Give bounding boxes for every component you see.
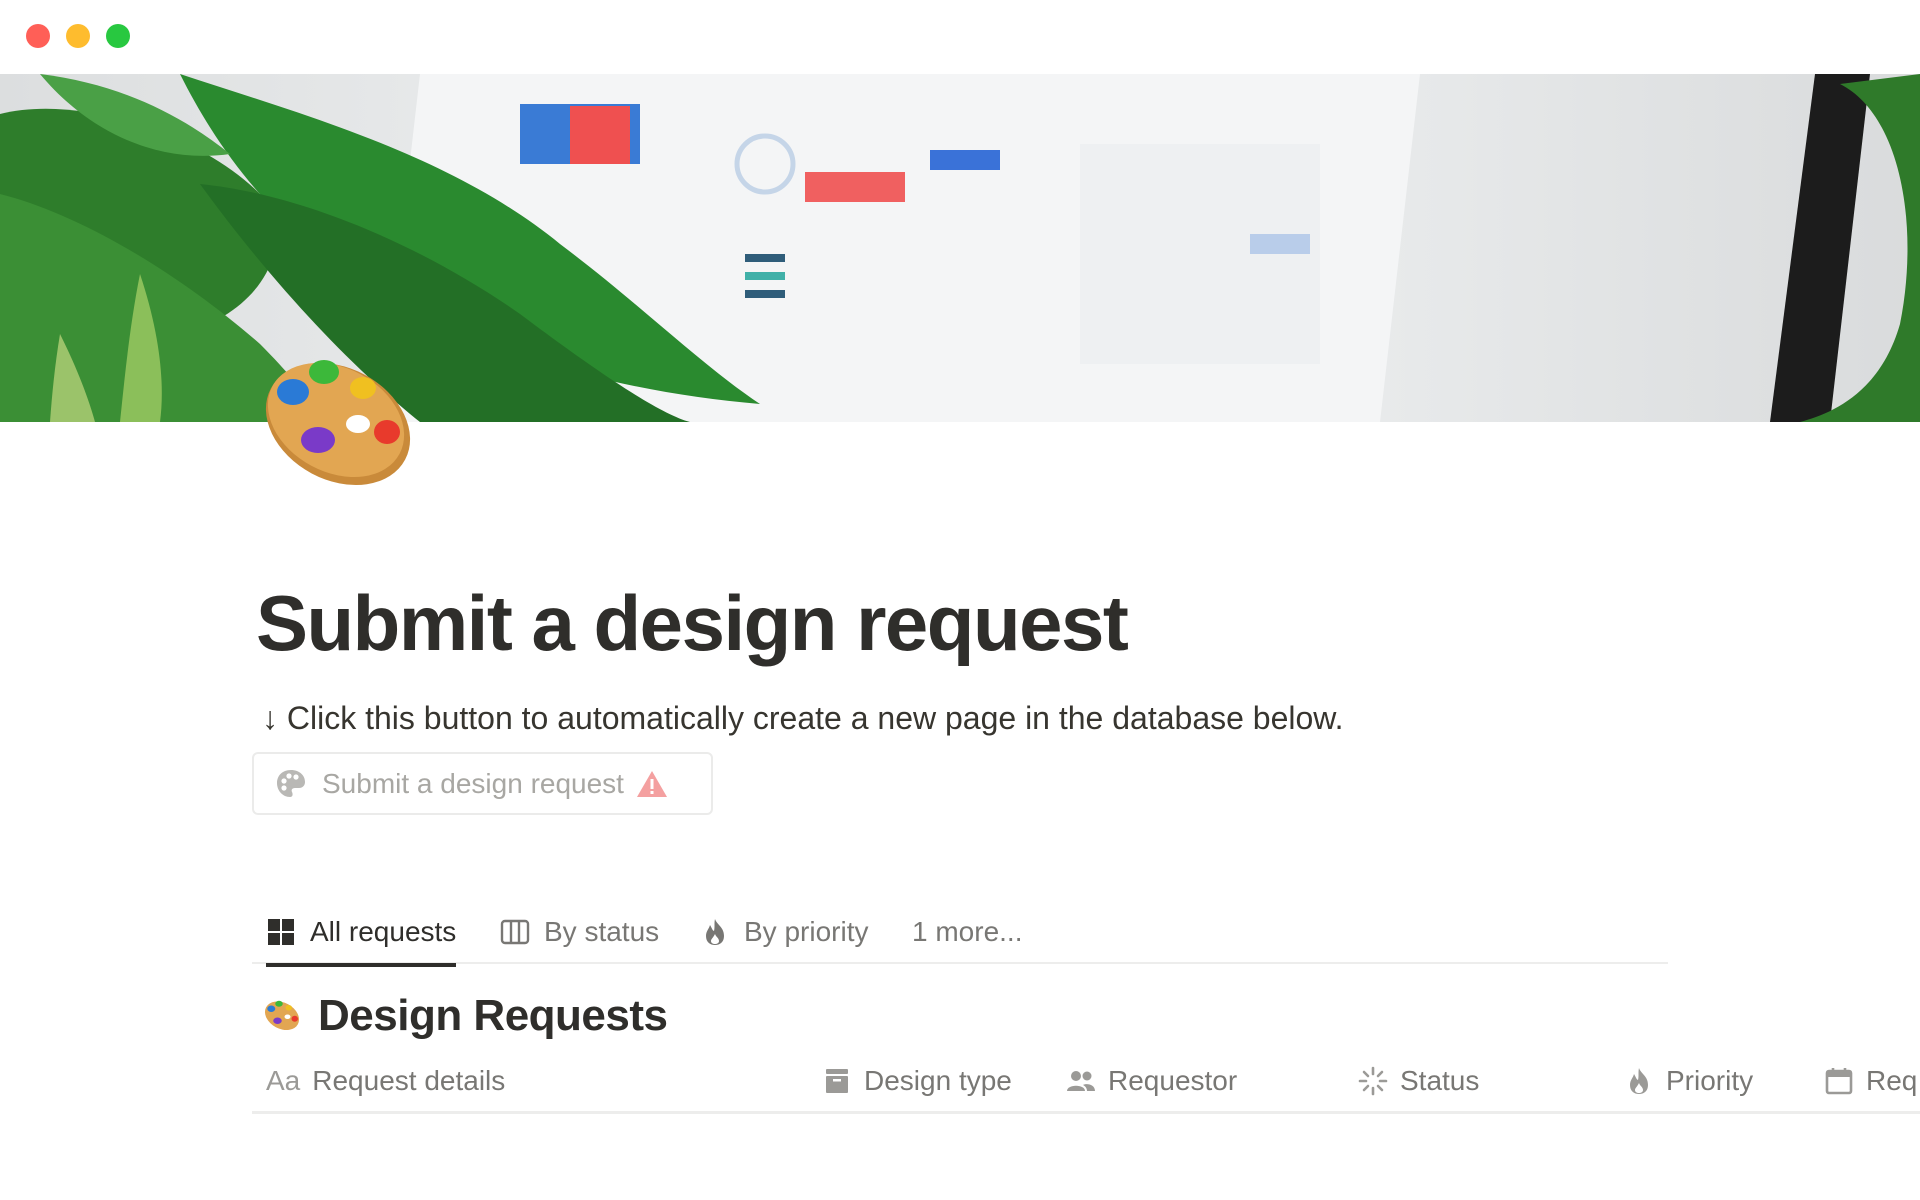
cover-alert-bar xyxy=(805,172,905,202)
flame-icon xyxy=(706,919,724,945)
cover-monitor-edge xyxy=(1770,74,1870,422)
column-label: Requestor xyxy=(1108,1065,1238,1096)
calendar-icon xyxy=(1825,1068,1853,1095)
submit-button-label: Submit a design request xyxy=(322,767,624,799)
tab-by-status[interactable]: By status xyxy=(500,900,659,964)
column-label: Status xyxy=(1400,1065,1480,1096)
title-text-icon: Aa xyxy=(266,1065,301,1096)
tab-label: 1 more... xyxy=(912,916,1023,947)
cover-card-red xyxy=(570,106,630,164)
tab-label: By priority xyxy=(744,916,869,947)
column-header-design-type[interactable]: Design type xyxy=(822,1050,1012,1112)
database-view-tabs: All requests By status By priority 1 mor… xyxy=(252,900,1668,967)
artist-palette-icon xyxy=(264,1000,300,1031)
cover-badge xyxy=(930,150,1000,170)
warning-icon xyxy=(636,770,667,797)
artist-palette-icon[interactable] xyxy=(256,352,416,490)
board-columns-icon xyxy=(500,919,530,945)
tab-label: By status xyxy=(544,916,660,947)
database-title-text: Design Requests xyxy=(318,991,668,1040)
instruction-text[interactable]: ↓ Click this button to automatically cre… xyxy=(262,700,1344,737)
palette-icon xyxy=(277,769,305,797)
gallery-grid-icon xyxy=(268,919,294,945)
column-label: Priority xyxy=(1666,1065,1754,1096)
tab-all-requests[interactable]: All requests xyxy=(266,900,457,967)
tab-more-views[interactable]: 1 more... xyxy=(912,900,1022,964)
cover-list-line xyxy=(745,290,785,298)
column-header-request-details[interactable]: Aa Request details xyxy=(266,1050,505,1112)
cover-chart xyxy=(1250,234,1310,254)
flame-icon xyxy=(1630,1068,1648,1094)
people-icon xyxy=(1067,1071,1095,1091)
tab-by-priority[interactable]: By priority xyxy=(700,900,868,964)
archive-box-icon xyxy=(826,1069,848,1093)
minimize-window-button[interactable] xyxy=(66,24,90,48)
column-header-requestor[interactable]: Requestor xyxy=(1066,1050,1237,1112)
loading-status-icon xyxy=(1358,1066,1388,1096)
column-label: Request details xyxy=(312,1065,506,1096)
cover-list-line xyxy=(745,254,785,262)
column-header-priority[interactable]: Priority xyxy=(1624,1050,1753,1112)
submit-design-request-button[interactable]: Submit a design request xyxy=(252,752,713,815)
tab-label: All requests xyxy=(310,916,457,947)
column-label: Req xyxy=(1866,1065,1918,1096)
column-header-request-date[interactable]: Req xyxy=(1824,1050,1917,1112)
table-header-row: Aa Request details Design type Requestor xyxy=(252,1050,1920,1114)
page-title[interactable]: Submit a design request xyxy=(256,578,1129,669)
window-titlebar xyxy=(0,0,1920,74)
close-window-button[interactable] xyxy=(26,24,50,48)
zoom-window-button[interactable] xyxy=(106,24,130,48)
column-label: Design type xyxy=(864,1065,1012,1096)
column-header-status[interactable]: Status xyxy=(1358,1050,1479,1112)
database-title[interactable]: Design Requests xyxy=(262,986,668,1046)
cover-list-line xyxy=(745,272,785,280)
